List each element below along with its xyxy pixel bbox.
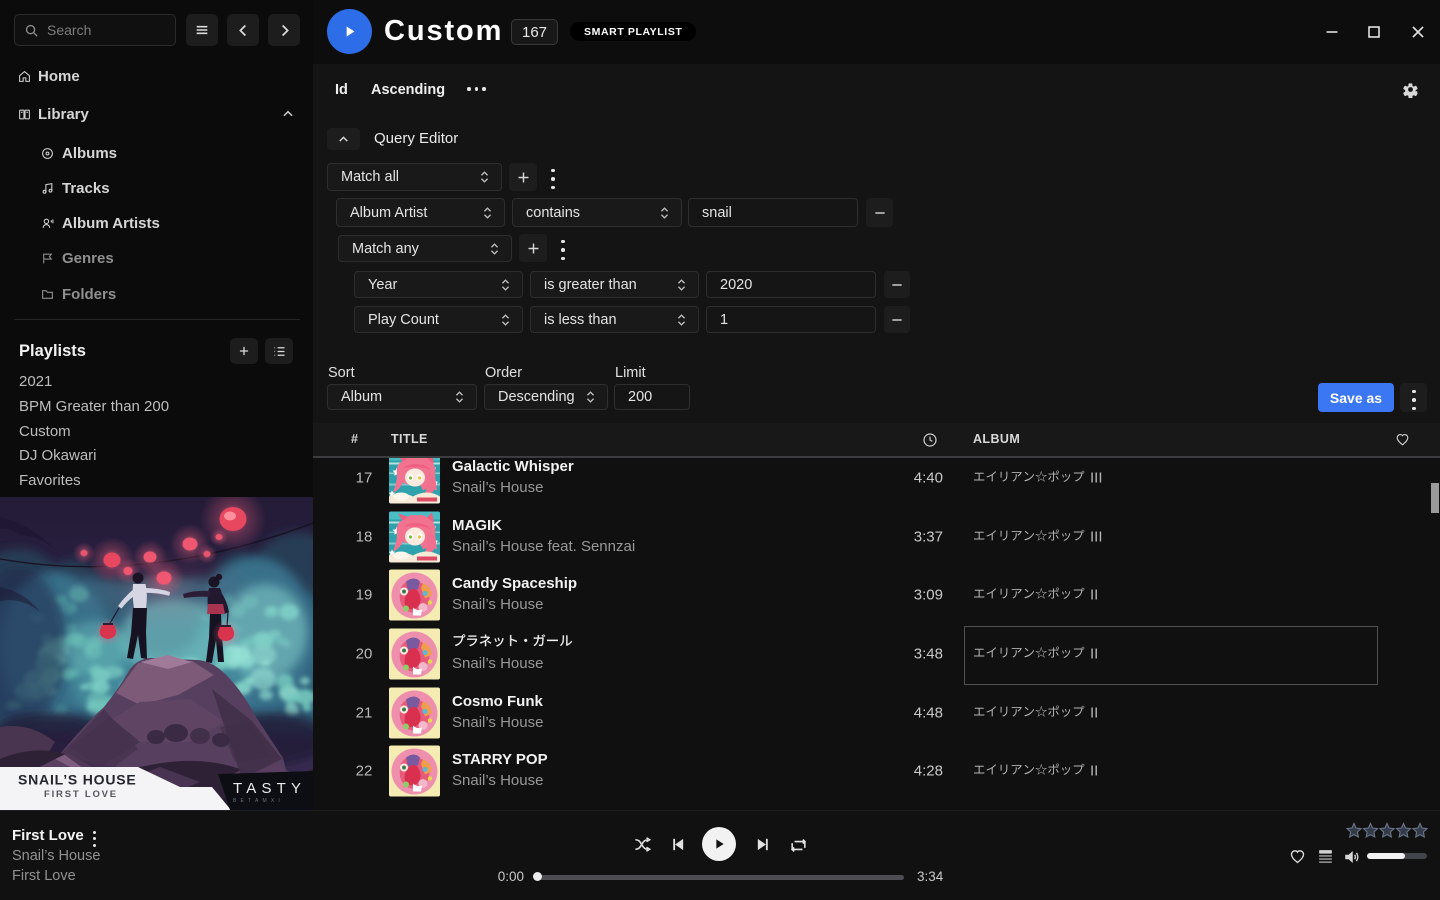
svg-text:BETAMXI: BETAMXI [233,798,284,804]
svg-text:SNAIL’S HOUSE: SNAIL’S HOUSE [18,772,137,788]
svg-text:FIRST LOVE: FIRST LOVE [44,789,118,800]
svg-text:TASTY: TASTY [233,780,306,797]
